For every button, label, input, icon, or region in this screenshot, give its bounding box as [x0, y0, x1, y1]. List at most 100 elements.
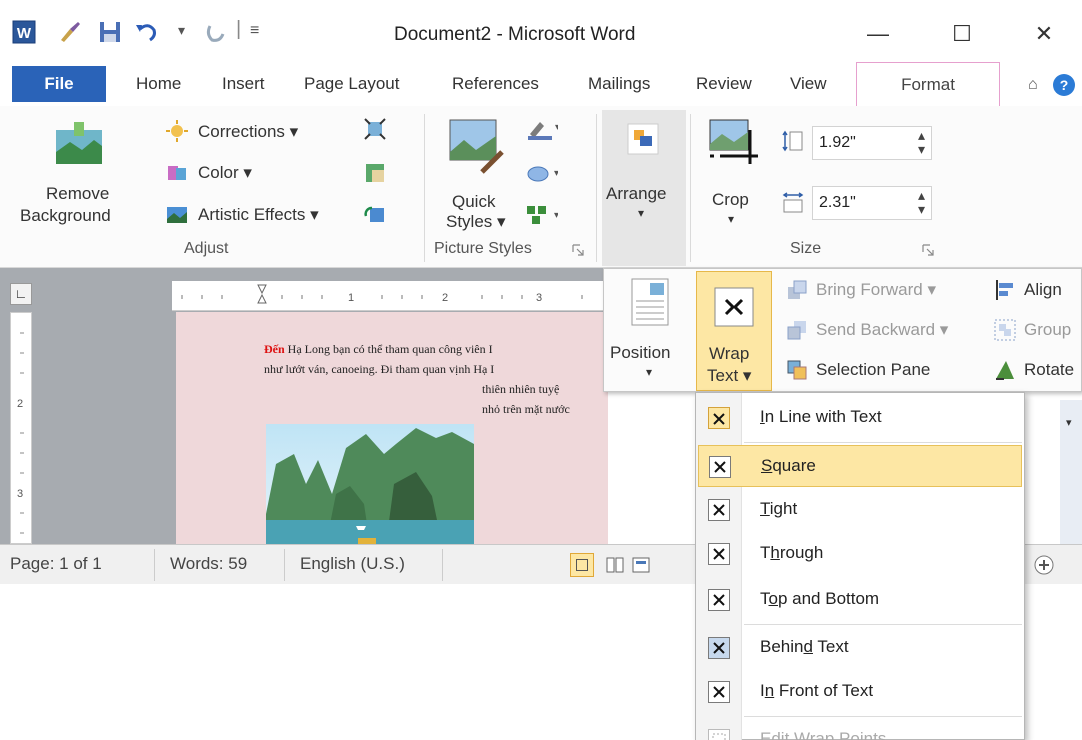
remove-background-button[interactable]: Remove Background	[20, 112, 138, 236]
rotate-button[interactable]: Rotate	[1024, 360, 1074, 380]
menu-item-label: Edit Wrap Points	[760, 729, 887, 740]
menu-item-tight[interactable]: Tight	[698, 489, 1022, 531]
menu-item-label: In Front of Text	[760, 681, 874, 700]
menu-item-through[interactable]: Through	[698, 533, 1022, 575]
shape-height-input[interactable]: 1.92"	[812, 126, 932, 160]
picture-border-icon[interactable]: ▾	[526, 118, 558, 140]
reset-picture-icon[interactable]	[364, 204, 386, 226]
height-spinner[interactable]: ▴ ▾	[918, 128, 925, 156]
dialog-launcher-icon[interactable]	[922, 244, 934, 256]
menu-item-in-front-of-text[interactable]: In Front of Text	[698, 671, 1022, 713]
help-icon[interactable]: ?	[1052, 73, 1076, 97]
maximize-button[interactable]: ☐	[940, 18, 984, 50]
menu-item-edit-wrap-points[interactable]: Edit Wrap Points	[698, 719, 1022, 740]
print-layout-view-icon[interactable]	[570, 553, 594, 577]
position-button[interactable]: Position ▾	[610, 273, 694, 389]
zoom-in-icon[interactable]	[1034, 555, 1054, 575]
send-backward-button[interactable]: Send Backward ▾	[816, 320, 948, 340]
doc-line-1[interactable]: Đến Hạ Long bạn có thể tham quan công vi…	[264, 342, 493, 357]
collapse-ribbon-icon[interactable]: ⌂	[1028, 76, 1038, 94]
tab-insert[interactable]: Insert	[222, 74, 265, 94]
vertical-scrollbar[interactable]: ▾	[1060, 400, 1082, 544]
quick-styles-button[interactable]: Quick Styles ▾	[436, 112, 522, 236]
change-picture-icon[interactable]	[364, 162, 386, 184]
adjust-group-label: Adjust	[184, 240, 229, 257]
arrange-arrow: ▾	[638, 206, 645, 220]
arrange-icon	[627, 123, 659, 155]
behind-text-icon	[708, 637, 730, 659]
menu-item-top-and-bottom[interactable]: Top and Bottom	[698, 579, 1022, 621]
menu-item-in-line-with-text[interactable]: In Line with Text	[698, 397, 1022, 439]
color-button[interactable]: Color ▾	[198, 163, 252, 183]
position-icon	[631, 278, 669, 326]
remove-background-icon	[56, 122, 102, 164]
group-separator	[690, 114, 691, 262]
width-spinner[interactable]: ▴ ▾	[918, 188, 925, 216]
web-layout-icon[interactable]	[632, 557, 650, 573]
redo-icon[interactable]	[204, 20, 228, 44]
svg-text:▾: ▾	[555, 122, 558, 133]
save-icon[interactable]	[98, 20, 122, 44]
word-count[interactable]: Words: 59	[170, 554, 247, 574]
align-button[interactable]: Align	[1024, 280, 1062, 300]
tab-file[interactable]: File	[12, 66, 106, 102]
undo-icon[interactable]	[134, 20, 158, 44]
format-painter-icon[interactable]	[58, 20, 82, 44]
tab-format[interactable]: Format	[856, 62, 1000, 108]
dialog-launcher-icon[interactable]	[572, 244, 584, 256]
wrap-text-button[interactable]: Wrap Text ▾	[696, 271, 772, 391]
word-app-icon[interactable]: W	[12, 20, 36, 44]
minimize-button[interactable]: —	[856, 18, 900, 50]
doc-line-2[interactable]: như lướt ván, canoeing. Đi tham quan vịn…	[264, 362, 494, 377]
menu-item-label: Square	[761, 456, 816, 475]
size-group-label: Size	[790, 240, 822, 257]
menu-item-label: Behind Text	[760, 637, 849, 656]
picture-layout-icon[interactable]: ▾	[526, 204, 558, 226]
menu-item-label: Tight	[760, 499, 798, 518]
language-indicator[interactable]: English (U.S.)	[300, 554, 405, 574]
menu-item-square[interactable]: Square	[698, 445, 1022, 487]
tab-selector-icon[interactable]: ∟	[10, 283, 32, 305]
tab-references[interactable]: References	[452, 74, 539, 94]
tab-page-layout[interactable]: Page Layout	[304, 74, 399, 94]
tab-review[interactable]: Review	[696, 74, 752, 94]
selection-pane-button[interactable]: Selection Pane	[816, 360, 930, 380]
doc-line-4[interactable]: nhỏ trên mặt nước	[482, 402, 570, 417]
scroll-up-icon[interactable]: ▾	[1066, 416, 1082, 429]
top-and-bottom-wrap-icon	[708, 589, 730, 611]
doc-line-3[interactable]: thiên nhiên tuyệ	[482, 382, 559, 397]
undo-dropdown-arrow[interactable]: ▾	[178, 22, 185, 39]
vertical-ruler-ticks: 2 3	[17, 332, 24, 534]
picture-effects-icon[interactable]: ▾	[526, 162, 558, 184]
group-button[interactable]: Group	[1024, 320, 1071, 340]
artistic-effects-button[interactable]: Artistic Effects ▾	[198, 205, 319, 225]
horizontal-ruler[interactable]: 1 2 3	[172, 281, 608, 311]
shape-height-icon	[782, 130, 803, 152]
vertical-ruler[interactable]: 2 3	[10, 312, 32, 544]
arrange-button[interactable]: Arrange ▾	[602, 110, 686, 266]
send-backward-icon	[787, 321, 806, 340]
shape-width-input[interactable]: 2.31"	[812, 186, 932, 220]
svg-text:W: W	[17, 25, 32, 42]
menu-separator	[744, 442, 1022, 443]
window-title: Document2 - Microsoft Word	[394, 24, 636, 45]
menu-item-behind-text[interactable]: Behind Text	[698, 627, 1022, 669]
arrange-panel: Position ▾ Wrap Text ▾ Bring Forward ▾ S…	[603, 268, 1082, 392]
bring-forward-button[interactable]: Bring Forward ▾	[816, 280, 936, 300]
crop-arrow: ▾	[728, 212, 735, 226]
compress-pictures-icon[interactable]	[364, 118, 386, 140]
document-page[interactable]: Đến Hạ Long bạn có thể tham quan công vi…	[176, 312, 608, 544]
tab-home[interactable]: Home	[136, 74, 181, 94]
title-bar: W ▾ | ≡ Document2 - Microsoft Word — ☐ ✕	[0, 0, 1082, 62]
crop-button[interactable]: Crop ▾	[700, 112, 772, 236]
svg-text:▾: ▾	[554, 168, 558, 179]
tab-view[interactable]: View	[790, 74, 827, 94]
corrections-button[interactable]: Corrections ▾	[198, 122, 298, 142]
page-count[interactable]: Page: 1 of 1	[10, 554, 102, 574]
customize-qat-icon[interactable]: ≡	[250, 22, 259, 40]
full-screen-reading-icon[interactable]	[606, 557, 624, 573]
ha-long-bay-picture[interactable]	[266, 424, 474, 544]
group-separator	[596, 114, 597, 262]
close-button[interactable]: ✕	[1022, 18, 1066, 50]
tab-mailings[interactable]: Mailings	[588, 74, 650, 94]
